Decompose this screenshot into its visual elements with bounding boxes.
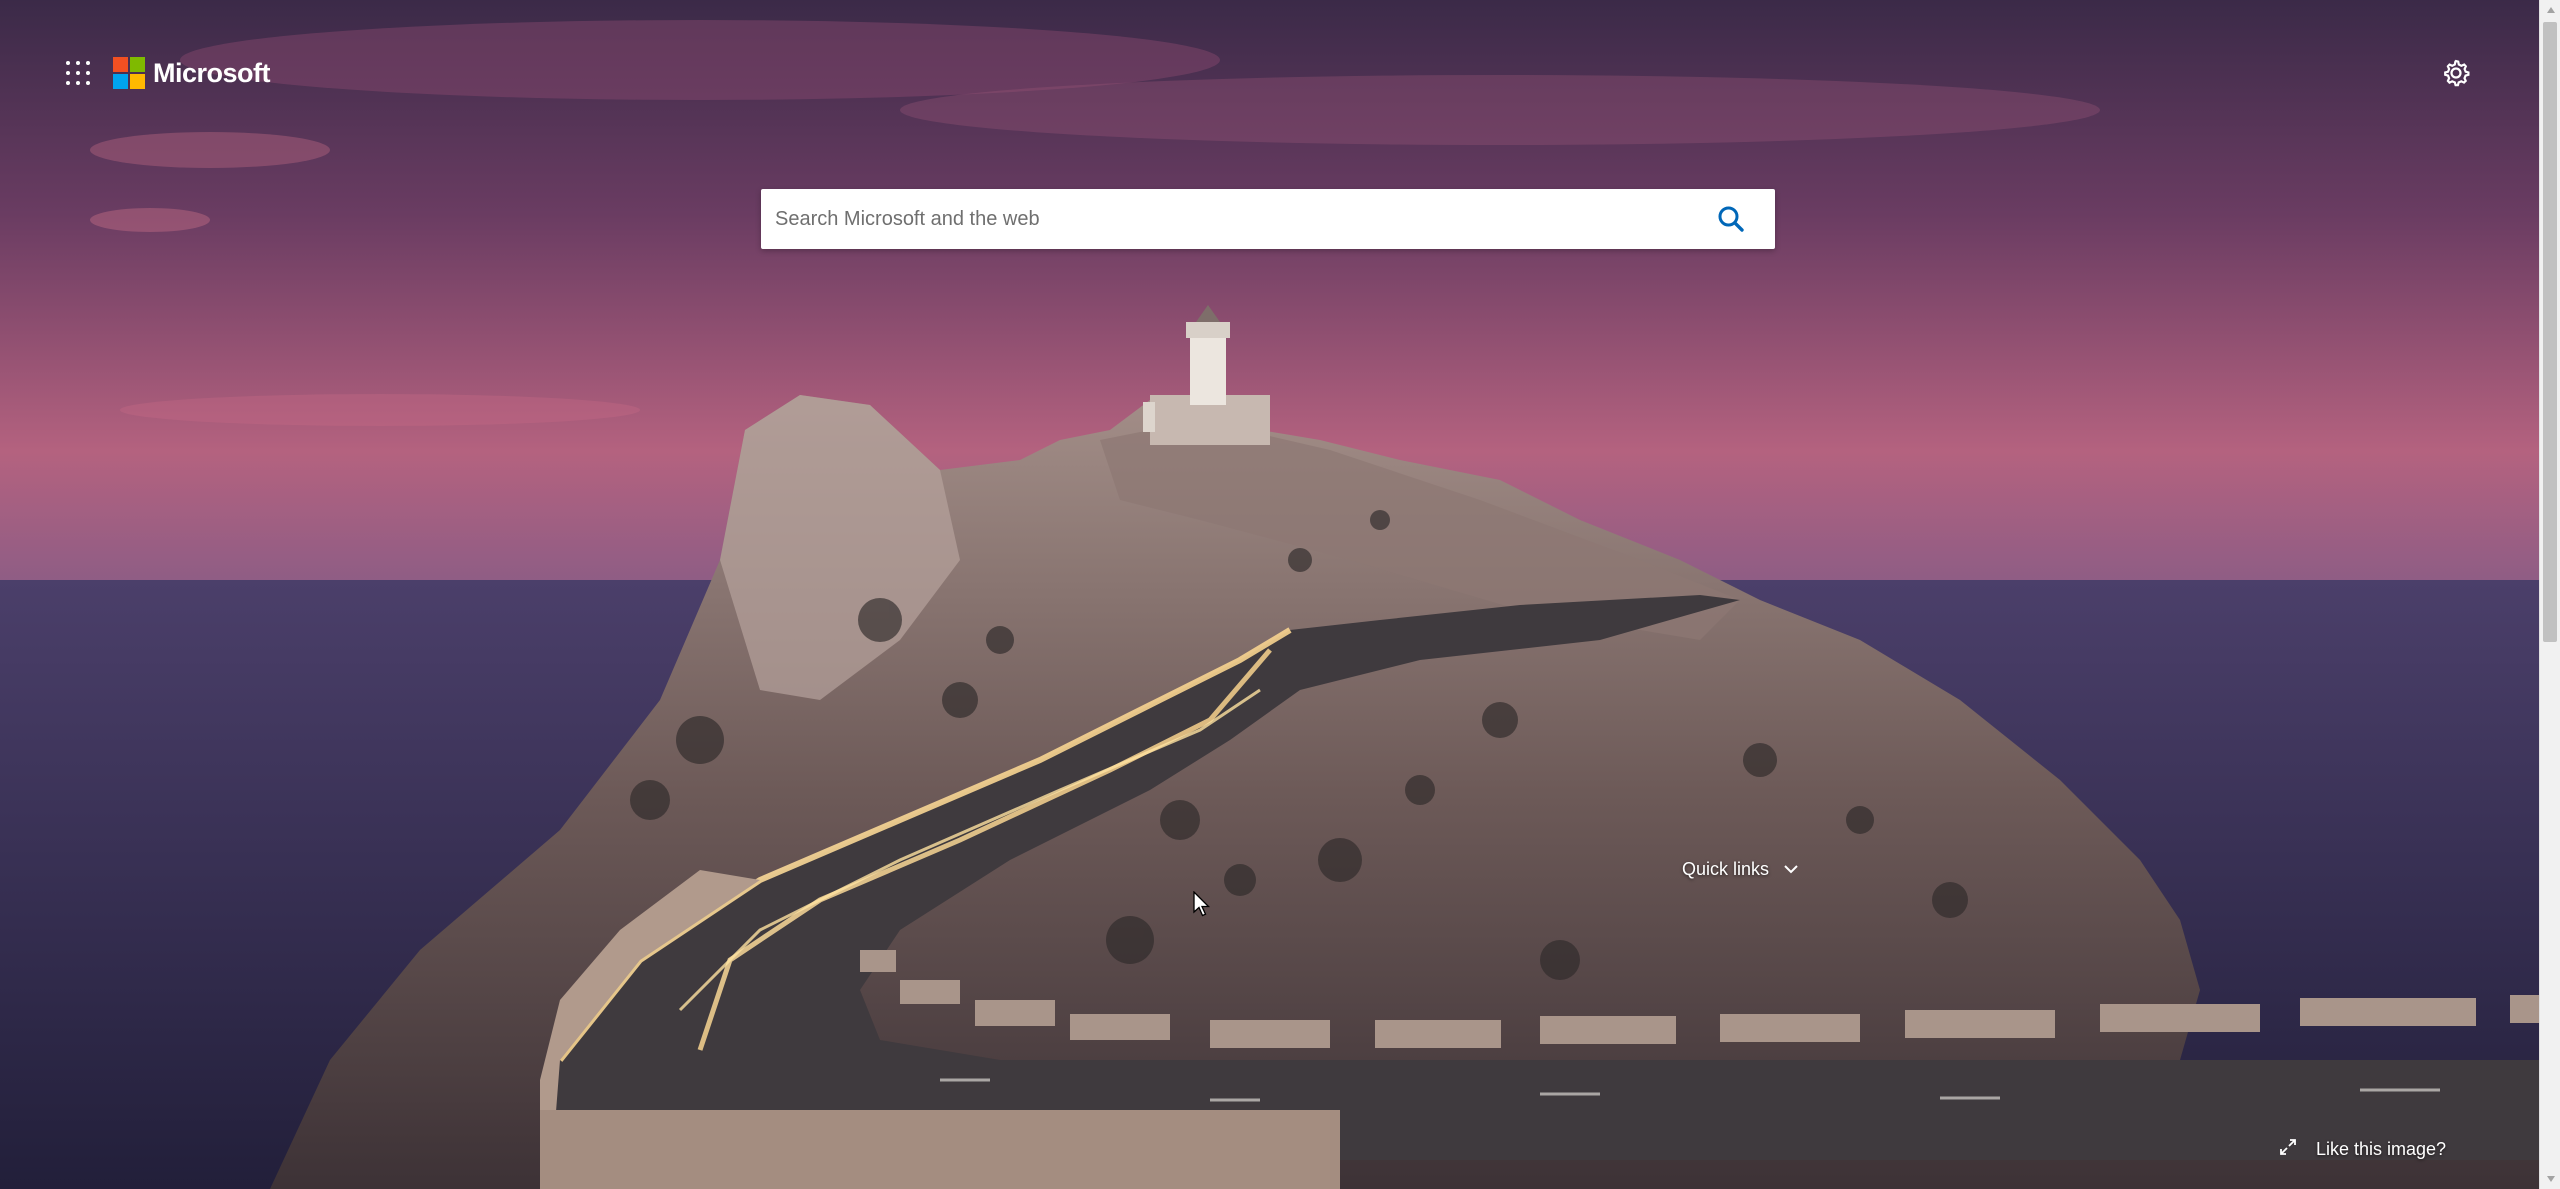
quick-links-label: Quick links (1682, 858, 1770, 879)
gear-icon[interactable] (2440, 57, 2472, 89)
top-bar: Microsoft (0, 0, 2539, 146)
expand-icon (2278, 1137, 2298, 1162)
search-box (761, 189, 1775, 249)
scroll-up-arrow-icon[interactable] (2540, 0, 2560, 20)
background-stage: Microsoft Quick links (0, 0, 2539, 1189)
chevron-down-icon (1783, 859, 1799, 880)
like-image-label: Like this image? (2316, 1138, 2447, 1159)
vertical-scrollbar[interactable] (2539, 0, 2560, 1189)
magnifier-icon[interactable] (1711, 199, 1751, 239)
mouse-pointer-icon (1193, 890, 1211, 917)
search-input[interactable] (775, 189, 1675, 249)
like-image-button[interactable]: Like this image? (2278, 1134, 2446, 1164)
scrollbar-thumb[interactable] (2543, 22, 2557, 642)
quick-links-button[interactable]: Quick links (1682, 854, 1799, 884)
waffle-grid-icon[interactable] (66, 61, 90, 85)
brand-name[interactable]: Microsoft (153, 56, 271, 90)
background-photo (0, 0, 2539, 1189)
microsoft-logo[interactable] (113, 57, 145, 89)
scroll-down-arrow-icon[interactable] (2540, 1169, 2560, 1189)
